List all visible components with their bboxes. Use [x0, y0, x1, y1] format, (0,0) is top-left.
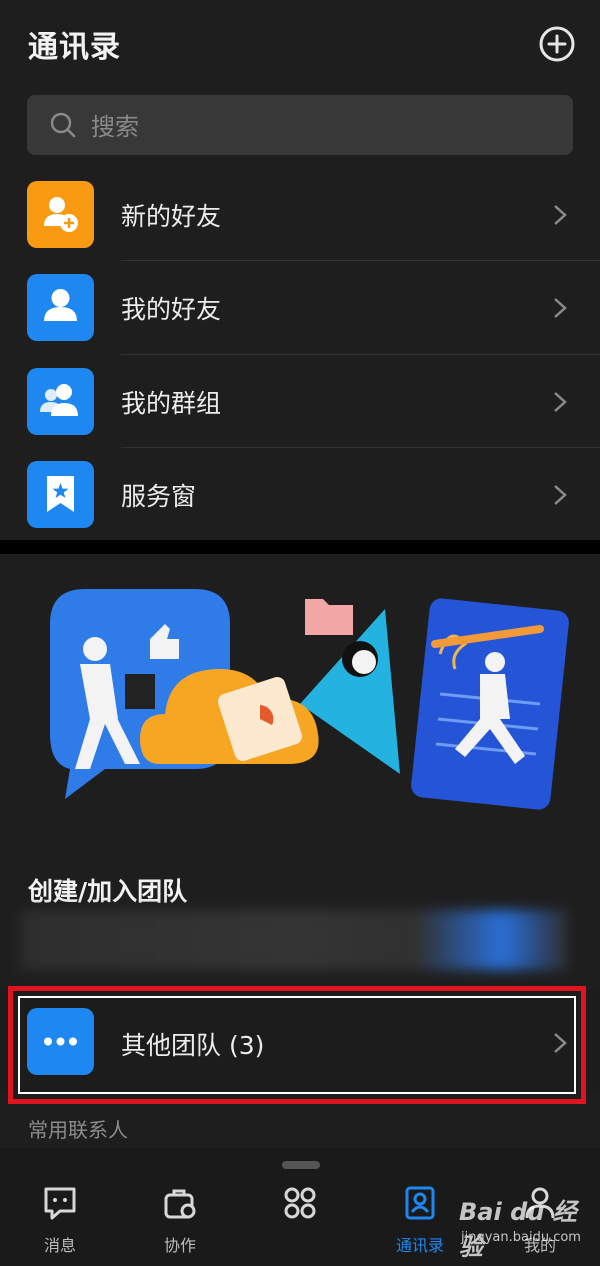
page-title: 通讯录: [28, 30, 121, 65]
tab-apps[interactable]: [260, 1184, 340, 1262]
list-item-label: 服务窗: [121, 482, 197, 511]
group-icon: [27, 368, 94, 435]
list-item-my-friends[interactable]: 我的好友: [0, 261, 600, 354]
apps-icon: [284, 1187, 316, 1219]
tab-label: 协作: [163, 1236, 196, 1255]
list-item-my-groups[interactable]: 我的群组: [0, 355, 600, 448]
contacts-icon: [405, 1186, 435, 1220]
search-icon: [50, 112, 76, 138]
search-placeholder: 搜索: [91, 113, 139, 141]
watermark-url: jingyan.baidu.com: [461, 1230, 581, 1245]
drag-handle[interactable]: [282, 1161, 320, 1169]
list-item-new-friends[interactable]: 新的好友: [0, 168, 600, 261]
tab-messages[interactable]: 消息: [20, 1184, 100, 1262]
chevron-right-icon: [554, 205, 567, 225]
contacts-menu-list: 新的好友 我的好友 我的群组 服务窗: [0, 168, 600, 540]
tab-label: 消息: [43, 1236, 76, 1255]
chevron-right-icon: [554, 392, 567, 412]
section-title: 创建/加入团队: [28, 877, 188, 906]
section-gap: [0, 540, 600, 554]
frequent-contacts-label: 常用联系人: [28, 1118, 128, 1142]
watermark-title: Bai du 经验: [459, 1198, 577, 1261]
blurred-team-row: [20, 910, 568, 970]
tab-contacts[interactable]: 通讯录: [380, 1184, 460, 1262]
baidu-watermark: Bai du 经验 jingyan.baidu.com: [455, 1192, 595, 1261]
tab-collab[interactable]: 协作: [140, 1184, 220, 1262]
add-icon[interactable]: [538, 25, 576, 63]
list-item-label: 我的好友: [121, 295, 222, 324]
collab-icon: [164, 1189, 196, 1219]
chevron-right-icon: [554, 485, 567, 505]
add-user-icon: [27, 181, 94, 248]
highlight-inner-border: [18, 996, 576, 1094]
search-input[interactable]: 搜索: [27, 95, 573, 155]
highlight-box: [8, 986, 586, 1104]
tab-label: 通讯录: [395, 1236, 444, 1255]
list-item-label: 我的群组: [121, 389, 222, 418]
message-icon: [44, 1187, 76, 1220]
list-item-service-window[interactable]: 服务窗: [0, 448, 600, 541]
user-icon: [27, 274, 94, 341]
team-illustration: [50, 589, 569, 810]
chevron-right-icon: [554, 298, 567, 318]
list-item-label: 新的好友: [121, 202, 222, 231]
bookmark-star-icon: [27, 461, 94, 528]
top-header: 通讯录 搜索: [0, 0, 600, 168]
